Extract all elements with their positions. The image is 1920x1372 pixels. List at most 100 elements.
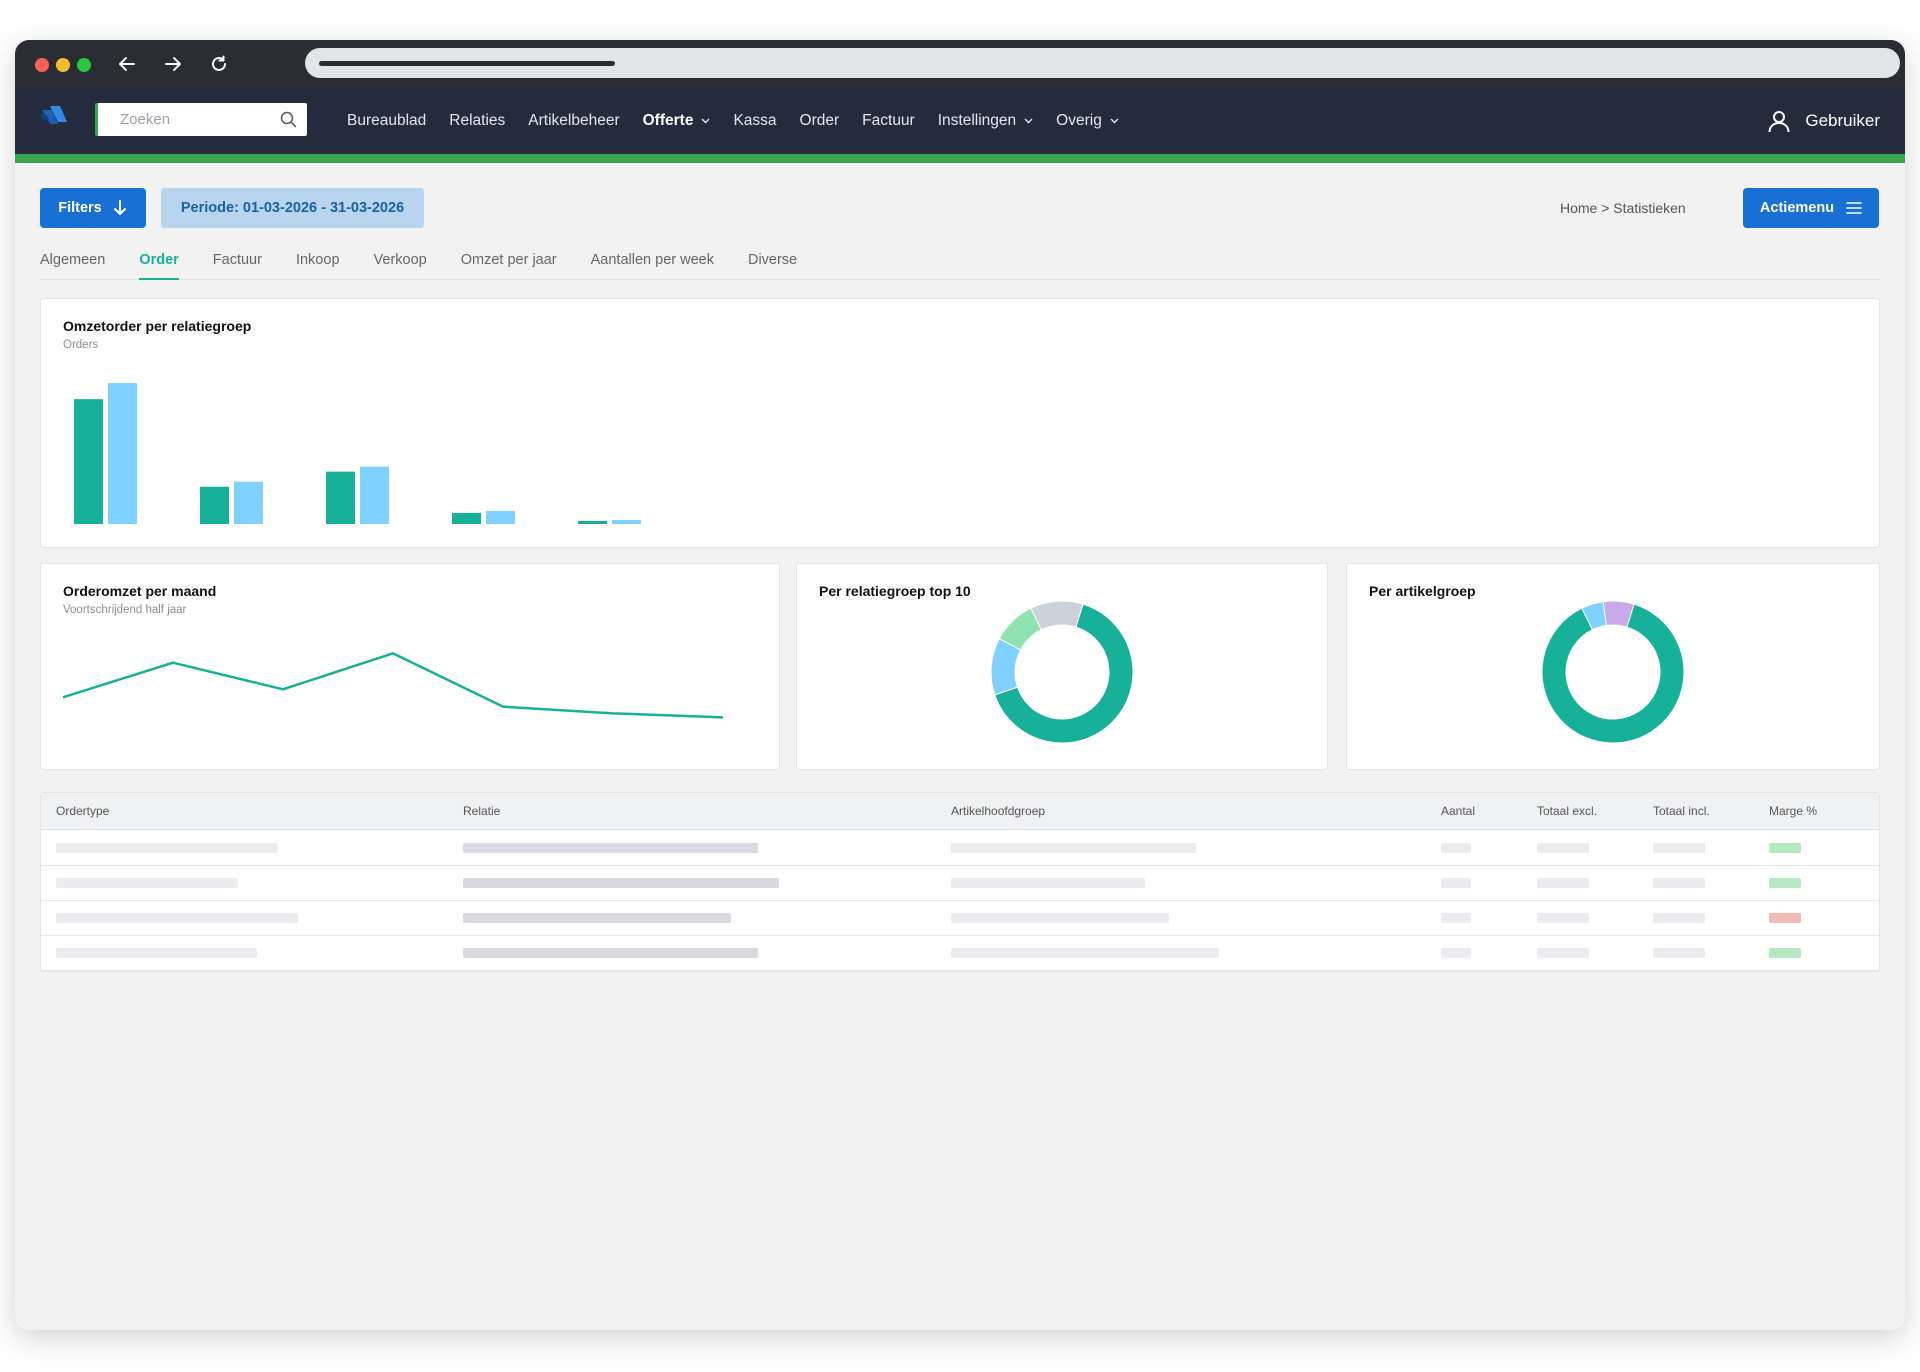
back-button[interactable]: [113, 50, 141, 78]
table-row[interactable]: [41, 830, 1879, 866]
filters-button[interactable]: Filters: [40, 188, 146, 228]
nav-item-label: Overig: [1056, 111, 1102, 129]
tab-verkoop[interactable]: Verkoop: [374, 241, 427, 279]
marge-indicator: [1769, 948, 1801, 958]
cell-placeholder: [951, 913, 1169, 923]
line-series[interactable]: [62, 652, 724, 719]
bar-chart-card: Omzetorder per relatiegroep Orders: [40, 298, 1880, 548]
column-header-totaal-excl[interactable]: Totaal excl.: [1537, 793, 1597, 829]
nav-item-bureaublad[interactable]: Bureaublad: [347, 112, 426, 130]
bar-series-2-group-4[interactable]: [486, 510, 515, 524]
chevron-down-icon: [701, 118, 710, 123]
nav-item-label: Bureaublad: [347, 111, 427, 129]
cell-placeholder: [1653, 948, 1705, 958]
column-header-totaal-incl[interactable]: Totaal incl.: [1653, 793, 1710, 829]
cell-placeholder: [463, 843, 758, 853]
bar-series-1-group-5[interactable]: [578, 520, 607, 524]
nav-item-factuur[interactable]: Factuur: [862, 112, 915, 130]
app-header: Bureaublad Relaties Artikelbeheer Offerte Ka…: [15, 87, 1905, 154]
cell-placeholder: [1653, 878, 1705, 888]
cell-placeholder: [463, 878, 779, 888]
reload-button[interactable]: [205, 50, 233, 78]
tab-algemeen[interactable]: Algemeen: [40, 241, 105, 279]
bar-series-1-group-1[interactable]: [74, 399, 103, 524]
bar-chart: [74, 383, 641, 524]
bar-series-2-group-2[interactable]: [234, 481, 263, 524]
cell-placeholder: [1441, 948, 1471, 958]
cell-placeholder: [1537, 948, 1589, 958]
cell-placeholder: [951, 843, 1196, 853]
marge-indicator: [1769, 913, 1801, 923]
minimize-window-button[interactable]: [56, 58, 70, 72]
nav-item-label: Artikelbeheer: [528, 111, 620, 129]
column-header-artikelhoofdgroep[interactable]: Artikelhoofdgroep: [951, 793, 1045, 829]
bar-series-2-group-5[interactable]: [612, 519, 641, 524]
nav-item-relaties[interactable]: Relaties: [449, 112, 505, 130]
cell-placeholder: [56, 843, 278, 853]
nav-item-label: Order: [799, 111, 840, 129]
browser-window: Bureaublad Relaties Artikelbeheer Offerte Ka…: [15, 40, 1905, 1330]
bar-series-1-group-2[interactable]: [200, 486, 229, 524]
search-icon[interactable]: [280, 111, 297, 128]
tab-aantallen-per-week[interactable]: Aantallen per week: [591, 241, 714, 279]
search-box: [95, 103, 307, 136]
address-bar[interactable]: [305, 48, 1900, 78]
bar-series-1-group-4[interactable]: [452, 512, 481, 524]
cell-placeholder: [1653, 913, 1705, 923]
donut-chart-artikelgroep: [1541, 600, 1685, 744]
table-row[interactable]: [41, 900, 1879, 936]
tab-order[interactable]: Order: [139, 241, 179, 280]
line-chart: [62, 652, 724, 719]
nav-item-label: Offerte: [642, 111, 694, 129]
logo-icon[interactable]: [40, 104, 70, 133]
table-row[interactable]: [41, 865, 1879, 901]
nav-item-kassa[interactable]: Kassa: [733, 112, 776, 130]
column-header-marge[interactable]: Marge %: [1769, 793, 1817, 829]
tab-inkoop[interactable]: Inkoop: [296, 241, 340, 279]
table-row[interactable]: [41, 935, 1879, 971]
donut-relatiegroep-card: Per relatiegroep top 10: [796, 563, 1328, 770]
orders-table: Ordertype Relatie Artikelhoofdgroep Aantal T…: [40, 792, 1880, 972]
forward-button[interactable]: [159, 50, 187, 78]
cell-placeholder: [1537, 913, 1589, 923]
bar-series-2-group-3[interactable]: [360, 466, 389, 524]
nav-item-order[interactable]: Order: [800, 112, 840, 130]
donut-artikelgroep-card: Per artikelgroep: [1346, 563, 1880, 770]
cell-placeholder: [1537, 878, 1589, 888]
user-name: Gebruiker: [1805, 110, 1880, 130]
cell-placeholder: [56, 948, 257, 958]
nav-item-instellingen[interactable]: Instellingen: [938, 112, 1033, 130]
nav-item-offerte[interactable]: Offerte: [643, 112, 711, 130]
tab-factuur[interactable]: Factuur: [213, 241, 262, 279]
statistics-tabs: Algemeen Order Factuur Inkoop Verkoop Omzet p…: [40, 241, 1880, 280]
bar-series-2-group-1[interactable]: [108, 383, 137, 524]
bar-series-1-group-3[interactable]: [326, 471, 355, 524]
cell-placeholder: [1537, 843, 1589, 853]
cell-placeholder: [1441, 843, 1471, 853]
nav-item-label: Relaties: [449, 111, 506, 129]
main-menu: Bureaublad Relaties Artikelbeheer Offerte Ka…: [347, 87, 1142, 154]
column-header-relatie[interactable]: Relatie: [463, 793, 500, 829]
column-header-aantal[interactable]: Aantal: [1441, 793, 1475, 829]
cell-placeholder: [56, 913, 298, 923]
close-window-button[interactable]: [35, 58, 49, 72]
column-header-ordertype[interactable]: Ordertype: [56, 793, 109, 829]
maximize-window-button[interactable]: [77, 58, 91, 72]
tab-omzet-per-jaar[interactable]: Omzet per jaar: [461, 241, 557, 279]
cell-placeholder: [56, 878, 238, 888]
search-input[interactable]: [120, 103, 270, 136]
tab-diverse[interactable]: Diverse: [748, 241, 797, 279]
period-chip[interactable]: Periode: 01-03-2026 - 31-03-2026: [161, 188, 424, 228]
actions-menu-button[interactable]: Actiemenu: [1743, 188, 1879, 228]
donut-chart-relatiegroep: [990, 600, 1134, 744]
address-text-placeholder: [319, 61, 615, 66]
nav-item-overig[interactable]: Overig: [1056, 112, 1119, 130]
user-icon: [1768, 110, 1790, 132]
back-arrow-icon: [119, 57, 135, 71]
nav-item-label: Instellingen: [937, 111, 1017, 129]
hamburger-icon: [1846, 202, 1862, 214]
nav-item-artikelbeheer[interactable]: Artikelbeheer: [528, 112, 619, 130]
marge-indicator: [1769, 843, 1801, 853]
cell-placeholder: [463, 913, 731, 923]
user-menu[interactable]: Gebruiker: [1767, 87, 1880, 154]
